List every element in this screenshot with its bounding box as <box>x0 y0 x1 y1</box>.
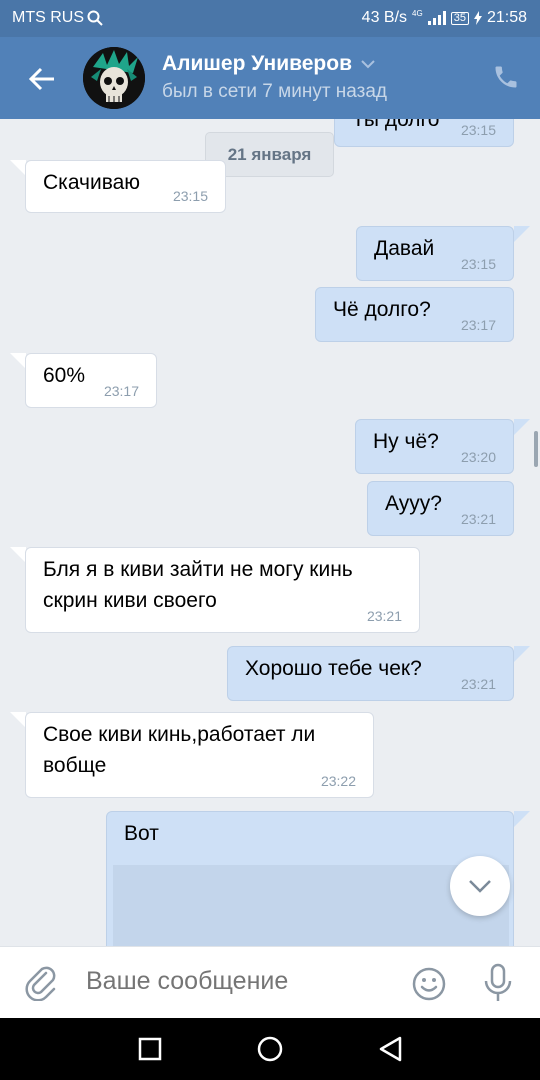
bubble-tail <box>514 646 530 662</box>
message-time: 23:21 <box>366 608 402 624</box>
message-input[interactable] <box>86 967 386 996</box>
bubble-tail <box>514 419 530 435</box>
message-time: 23:21 <box>460 511 496 527</box>
chat-header: Алишер Универов был в сети 7 минут назад <box>0 37 540 119</box>
bubble-tail <box>10 712 26 728</box>
emoji-button[interactable] <box>410 965 448 1003</box>
square-icon <box>138 1037 162 1061</box>
home-button[interactable] <box>255 1034 285 1064</box>
contact-avatar[interactable] <box>83 47 145 109</box>
status-bar: MTS RUS 43 B/s 4G 35 21:58 <box>0 0 540 37</box>
contact-name-text: Алишер Универов <box>162 52 352 75</box>
bubble-tail <box>10 547 26 563</box>
scroll-indicator[interactable] <box>534 431 538 467</box>
attach-button[interactable] <box>24 965 60 1002</box>
microphone-icon <box>484 963 512 1001</box>
charging-icon <box>473 11 482 25</box>
skull-avatar-image <box>83 47 145 109</box>
network-type: 4G <box>412 9 423 18</box>
emoji-icon <box>412 967 446 1001</box>
message-text: Бля я в киви зайти не могу кинь скрин ки… <box>43 558 353 612</box>
phone-icon <box>495 66 517 88</box>
contact-name[interactable]: Алишер Универов <box>162 52 376 76</box>
network-speed: 43 B/s <box>361 9 408 26</box>
message-time: 23:20 <box>460 449 496 465</box>
message-outgoing[interactable]: Давай 23:15 <box>356 226 514 281</box>
message-incoming[interactable]: 60% 23:17 <box>25 353 157 408</box>
message-text: Вот <box>124 822 159 845</box>
chevron-down-icon <box>469 880 491 893</box>
voice-message-button[interactable] <box>480 961 516 1003</box>
message-text: Хорошо тебе чек? <box>245 657 422 680</box>
chevron-down-icon <box>361 60 375 69</box>
bubble-tail <box>10 160 26 176</box>
message-time: 23:17 <box>460 317 496 333</box>
message-text: Свое киви кинь,работает ли вобще <box>43 723 316 777</box>
carrier-name: MTS RUS <box>12 9 84 26</box>
message-time: 23:21 <box>460 676 496 692</box>
message-outgoing[interactable]: Хорошо тебе чек? 23:21 <box>227 646 514 701</box>
signal-icon <box>427 11 446 25</box>
message-incoming[interactable]: Свое киви кинь,работает ли вобще 23:22 <box>25 712 374 798</box>
circle-icon <box>257 1036 283 1062</box>
message-outgoing[interactable]: Чё долго? 23:17 <box>315 287 514 342</box>
message-time: 23:15 <box>460 122 496 138</box>
message-composer <box>0 946 540 1018</box>
battery-level: 35 <box>450 11 469 25</box>
triangle-back-icon <box>379 1036 402 1062</box>
message-time: 23:15 <box>172 188 208 204</box>
message-time: 23:22 <box>320 773 356 789</box>
recent-apps-button[interactable] <box>135 1034 165 1064</box>
contact-last-seen: был в сети 7 минут назад <box>162 81 388 102</box>
message-time: 23:15 <box>460 256 496 272</box>
message-outgoing[interactable]: Ты долго 23:15 <box>334 119 514 147</box>
message-outgoing[interactable]: Ну чё? 23:20 <box>355 419 514 474</box>
search-icon <box>87 10 103 26</box>
message-outgoing[interactable]: Аууу? 23:21 <box>367 481 514 536</box>
status-time: 21:58 <box>486 9 527 26</box>
back-arrow-icon <box>28 67 54 91</box>
bubble-tail <box>10 353 26 369</box>
message-time: 23:17 <box>103 383 139 399</box>
attached-photo[interactable] <box>113 865 509 946</box>
bubble-tail <box>514 226 530 242</box>
bubble-tail <box>514 811 530 827</box>
system-navigation-bar <box>0 1018 540 1080</box>
message-list[interactable]: Ты долго 23:15 21 января Скачиваю 23:15 … <box>0 119 540 946</box>
back-button[interactable] <box>18 59 66 99</box>
call-button[interactable] <box>488 59 524 95</box>
paperclip-icon <box>25 966 56 1002</box>
system-back-button[interactable] <box>375 1034 405 1064</box>
message-incoming[interactable]: Бля я в киви зайти не могу кинь скрин ки… <box>25 547 420 633</box>
message-incoming[interactable]: Скачиваю 23:15 <box>25 160 226 213</box>
scroll-to-bottom-button[interactable] <box>450 856 510 916</box>
